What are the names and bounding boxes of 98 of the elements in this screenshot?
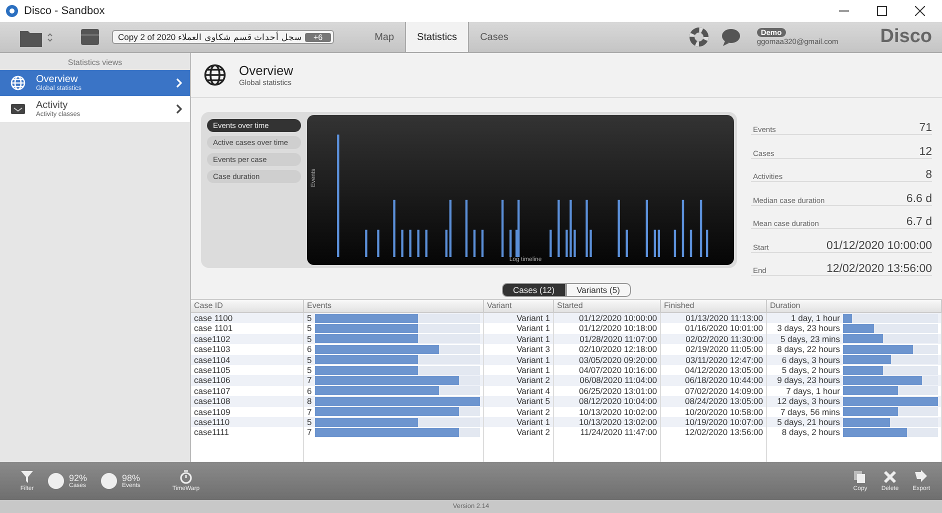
chart-bar [377, 230, 380, 257]
pie-icon [101, 473, 118, 489]
chart-bar [445, 230, 448, 257]
view-tab[interactable]: Cases [469, 22, 520, 52]
table-cell: 7 [307, 427, 312, 438]
chevron-icon [176, 104, 182, 114]
chart-bar [570, 200, 572, 257]
table-cell-text: 5 days, 2 hours [780, 364, 840, 376]
copy-icon [853, 470, 868, 484]
table-cell-text: 5 days, 23 mins [779, 334, 840, 344]
delete-icon [882, 470, 897, 484]
table-cell-text: 7 days, 1 hour [785, 386, 840, 396]
pie-icon [48, 473, 64, 489]
chart-bar [574, 230, 576, 257]
chart-bar [550, 230, 552, 257]
column-header[interactable]: Finished [661, 300, 767, 312]
drive-icon[interactable] [80, 28, 100, 46]
column-header[interactable]: Started [554, 300, 661, 312]
app-logo: Disco [880, 26, 932, 48]
table-cell-text: 8 days, 2 hours [780, 427, 840, 438]
chevron-icon [176, 78, 182, 88]
table-cell-text: 7 days, 56 mins [779, 406, 840, 417]
table-cell: 7 [307, 406, 312, 417]
table-cell: 8 [307, 396, 312, 407]
column-header[interactable]: Duration [767, 300, 942, 312]
stopwatch-icon [178, 470, 193, 484]
stat-value: 71 [919, 122, 932, 134]
chart-bar [501, 200, 504, 257]
table-cell: 5 [307, 334, 312, 344]
chart-bar [401, 230, 404, 257]
table-cell: 6 [307, 386, 312, 396]
stat-value: 8 [926, 169, 932, 182]
column-header[interactable]: Events [304, 300, 484, 312]
table-tab[interactable]: Cases (12) [502, 283, 566, 297]
stat-value: 6.7 d [906, 216, 932, 228]
table-cell: 5 [307, 416, 312, 428]
chart-bar [449, 200, 452, 257]
app-logo-icon [6, 5, 18, 17]
view-tab[interactable]: Statistics [405, 22, 470, 52]
table-tab[interactable]: Variants (5) [566, 283, 631, 297]
chart-bar [409, 230, 412, 257]
chart-bar [674, 230, 676, 257]
lifebuoy-icon[interactable] [688, 27, 709, 47]
close-icon[interactable] [915, 6, 925, 16]
chart-bar [558, 200, 560, 257]
chart-bar [590, 230, 592, 257]
table-cell-text: 5 days, 21 hours [776, 416, 840, 428]
chart-bar [646, 200, 648, 257]
chart-bar [473, 230, 476, 257]
maximize-icon[interactable] [877, 6, 887, 16]
item-label: Activity [36, 100, 69, 111]
table-cell: 7 [307, 375, 312, 386]
chart-bar [700, 200, 702, 257]
item-label: Overview [36, 74, 79, 85]
chart-bar [509, 230, 512, 257]
meter-value: 98% [122, 473, 140, 483]
chart-bar [417, 230, 420, 257]
table-cell-text: 8 days, 22 hours [776, 344, 840, 355]
chart-bar [706, 230, 708, 257]
stat-value: 12 [919, 146, 932, 158]
chart-bar [393, 200, 396, 257]
chart-bar [481, 230, 484, 257]
chart-bar [425, 230, 428, 257]
chart-bar [586, 200, 588, 257]
stat-value: 01/12/2020 10:00:00 [826, 240, 932, 252]
table-cell: 6 [307, 344, 312, 355]
window-title: Disco - Sandbox [24, 5, 105, 17]
dataset-count-badge: +6 [305, 32, 331, 42]
column-header[interactable]: Case ID [191, 300, 304, 312]
stat-value: 12/02/2020 13:56:00 [826, 262, 932, 275]
chart-bar [566, 230, 568, 257]
column-header[interactable]: Variant [484, 300, 554, 312]
table-cell: 5 [307, 313, 312, 324]
table-cell: 5 [307, 364, 312, 376]
chart-bar [465, 200, 468, 257]
overview-title: Overview [239, 63, 294, 78]
chart-bar [682, 200, 684, 257]
chart-bar [365, 230, 368, 257]
table-cell-text: 1 day, 1 hour [790, 313, 840, 324]
table-cell-text: 6 days, 3 hours [780, 354, 840, 365]
table-cell: 5 [307, 354, 312, 365]
chart-bar [690, 230, 692, 257]
table-cell-text: 9 days, 23 hours [776, 375, 840, 386]
table-cell-text: 12 days, 3 hours [776, 396, 840, 407]
chart-bar [618, 200, 620, 257]
stat-value: 6.6 d [906, 192, 932, 205]
globe-icon [10, 75, 26, 91]
view-tab[interactable]: Map [364, 22, 406, 52]
export-arrow-icon [914, 470, 928, 484]
table-cell: 5 [307, 323, 312, 334]
sidebar-title: Statistics views [66, 57, 124, 69]
inbox-icon [10, 101, 26, 117]
filter-icon [20, 470, 34, 484]
chat-bubble-icon[interactable] [720, 27, 741, 47]
chart-bar [626, 230, 628, 257]
meter-value: 92% [69, 473, 88, 483]
table-cell-text: 3 days, 23 hours [776, 323, 840, 334]
globe-icon [203, 63, 227, 87]
